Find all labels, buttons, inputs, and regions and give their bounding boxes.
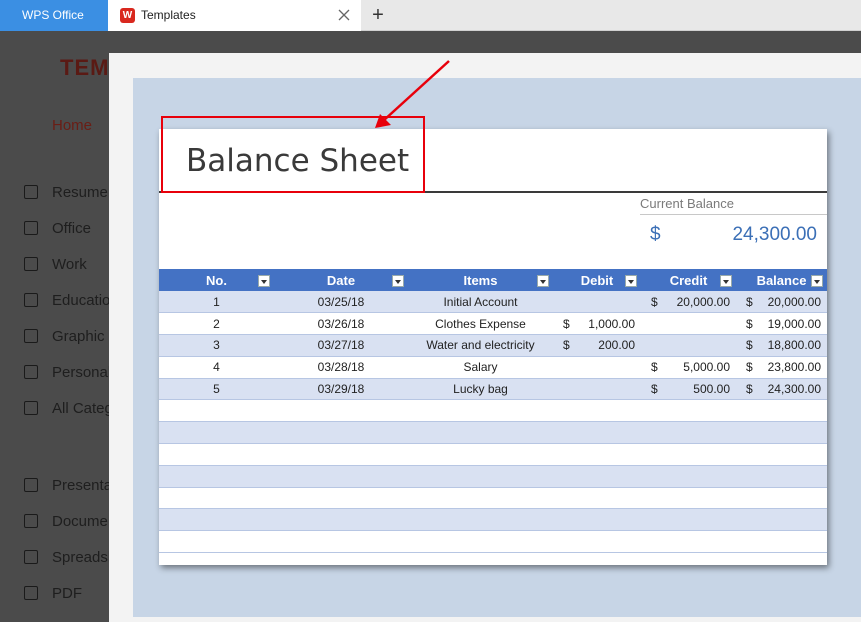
annotation-arrow-icon — [375, 60, 450, 128]
